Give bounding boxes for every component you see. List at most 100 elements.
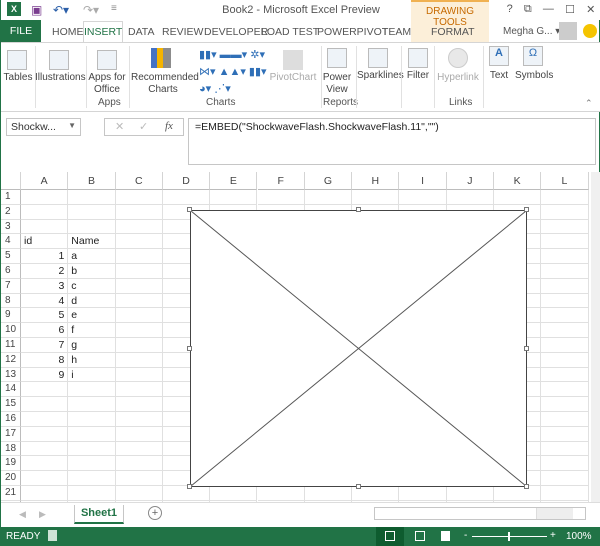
cell-C12[interactable] (115, 352, 163, 368)
row-header[interactable]: 3 (1, 219, 21, 235)
tab-load-test[interactable]: LOAD TEST (261, 26, 319, 38)
symbols-button[interactable]: Symbols (515, 70, 553, 82)
cell-A2[interactable] (21, 204, 69, 220)
recommended-charts-button[interactable]: Recommended Charts (131, 72, 199, 96)
cell-K21[interactable] (494, 486, 542, 501)
filter-button[interactable]: Filter (403, 70, 433, 82)
cell-L2[interactable] (541, 204, 589, 220)
collapse-ribbon-icon[interactable]: ⌃ (585, 98, 593, 109)
page-break-view-icon[interactable] (441, 531, 450, 541)
cell-B7[interactable]: c (68, 278, 116, 294)
cell-A3[interactable] (21, 219, 69, 235)
zoom-slider-thumb[interactable] (508, 532, 510, 541)
pivotchart-button[interactable]: PivotChart (269, 72, 317, 84)
cell-A21[interactable] (21, 486, 69, 501)
cell-B12[interactable]: h (68, 352, 116, 368)
column-header[interactable]: K (494, 172, 542, 190)
cell-B2[interactable] (68, 204, 116, 220)
cell-L3[interactable] (541, 219, 589, 235)
cell-E21[interactable] (210, 486, 258, 501)
power-view-button[interactable]: Power View (321, 72, 353, 96)
illustrations-button[interactable]: Illustrations (35, 72, 86, 84)
sparklines-button[interactable]: Sparklines (357, 70, 404, 82)
column-header[interactable]: J (446, 172, 494, 190)
avatar[interactable] (559, 22, 577, 40)
cell-C15[interactable] (115, 397, 163, 412)
insert-function-icon[interactable]: fx (165, 120, 173, 132)
cell-A6[interactable]: 2 (21, 264, 69, 279)
row-header[interactable]: 15 (1, 397, 21, 412)
chart-type-buttons[interactable]: ▮▮▾ ▬▬▾ ✲▾ ⋈▾ ▲▲▾ ▮▮▾ ◕▾ ⋰▾ (199, 47, 269, 98)
cell-L17[interactable] (541, 426, 589, 442)
cell-F1[interactable] (257, 190, 305, 205)
row-header[interactable]: 2 (1, 204, 21, 220)
cell-A20[interactable] (21, 471, 69, 486)
cell-C9[interactable] (115, 308, 163, 324)
row-header[interactable]: 1 (1, 190, 21, 205)
row-header[interactable]: 4 (1, 234, 21, 250)
column-header[interactable]: H (352, 172, 400, 190)
cell-B1[interactable] (68, 190, 116, 205)
chevron-down-icon[interactable]: ▼ (68, 121, 76, 130)
cell-L19[interactable] (541, 456, 589, 472)
tab-data[interactable]: DATA (128, 26, 154, 38)
cell-B10[interactable]: f (68, 323, 116, 338)
zoom-level[interactable]: 100% (566, 531, 592, 542)
cell-B13[interactable]: i (68, 367, 116, 383)
cell-F21[interactable] (257, 486, 305, 501)
column-header[interactable]: F (257, 172, 305, 190)
row-header[interactable]: 20 (1, 471, 21, 486)
cell-L4[interactable] (541, 234, 589, 250)
cell-C14[interactable] (115, 382, 163, 398)
cell-B4[interactable]: Name (68, 234, 116, 250)
column-header[interactable]: I (399, 172, 447, 190)
resize-handle[interactable] (356, 207, 361, 212)
cell-L5[interactable] (541, 249, 589, 264)
cell-C4[interactable] (115, 234, 163, 250)
page-layout-view-icon[interactable] (415, 531, 425, 541)
cell-C7[interactable] (115, 278, 163, 294)
tab-review[interactable]: REVIEW (162, 26, 203, 38)
resize-handle[interactable] (356, 484, 361, 489)
column-header[interactable]: L (541, 172, 589, 190)
cell-A5[interactable]: 1 (21, 249, 69, 264)
row-header[interactable]: 17 (1, 426, 21, 442)
scroll-sheets-right-icon[interactable]: ▶ (39, 509, 46, 520)
cell-C3[interactable] (115, 219, 163, 235)
tab-home[interactable]: HOME (52, 26, 84, 38)
cell-E1[interactable] (210, 190, 258, 205)
new-sheet-button[interactable]: + (148, 506, 162, 520)
cell-C16[interactable] (115, 412, 163, 427)
select-all-corner[interactable] (1, 172, 21, 190)
cell-B9[interactable]: e (68, 308, 116, 324)
cell-A9[interactable]: 5 (21, 308, 69, 324)
cell-L1[interactable] (541, 190, 589, 205)
row-header[interactable]: 19 (1, 456, 21, 472)
user-account[interactable]: Megha G... ▾ (503, 26, 560, 37)
cell-A15[interactable] (21, 397, 69, 412)
enter-check-icon[interactable]: ✓ (139, 120, 148, 133)
column-header[interactable]: A (21, 172, 69, 190)
cell-L6[interactable] (541, 264, 589, 279)
cell-L15[interactable] (541, 397, 589, 412)
cell-A19[interactable] (21, 456, 69, 472)
close-button[interactable]: ✕ (586, 3, 595, 16)
cell-A8[interactable]: 4 (21, 293, 69, 309)
sheet-tab-sheet1[interactable]: Sheet1 (74, 505, 124, 524)
cell-J21[interactable] (446, 486, 494, 501)
row-header[interactable]: 13 (1, 367, 21, 383)
cell-H1[interactable] (352, 190, 400, 205)
row-header[interactable]: 12 (1, 352, 21, 368)
minimize-button[interactable]: — (543, 3, 554, 16)
help-button[interactable]: ? (507, 3, 513, 16)
cell-B21[interactable] (68, 486, 116, 501)
cell-L21[interactable] (541, 486, 589, 501)
horizontal-scrollbar[interactable] (374, 507, 586, 520)
cell-B16[interactable] (68, 412, 116, 427)
cell-J1[interactable] (446, 190, 494, 205)
resize-handle[interactable] (187, 484, 192, 489)
resize-handle[interactable] (187, 346, 192, 351)
row-header[interactable]: 6 (1, 264, 21, 279)
column-header[interactable]: E (210, 172, 258, 190)
vertical-scrollbar[interactable] (591, 172, 600, 502)
